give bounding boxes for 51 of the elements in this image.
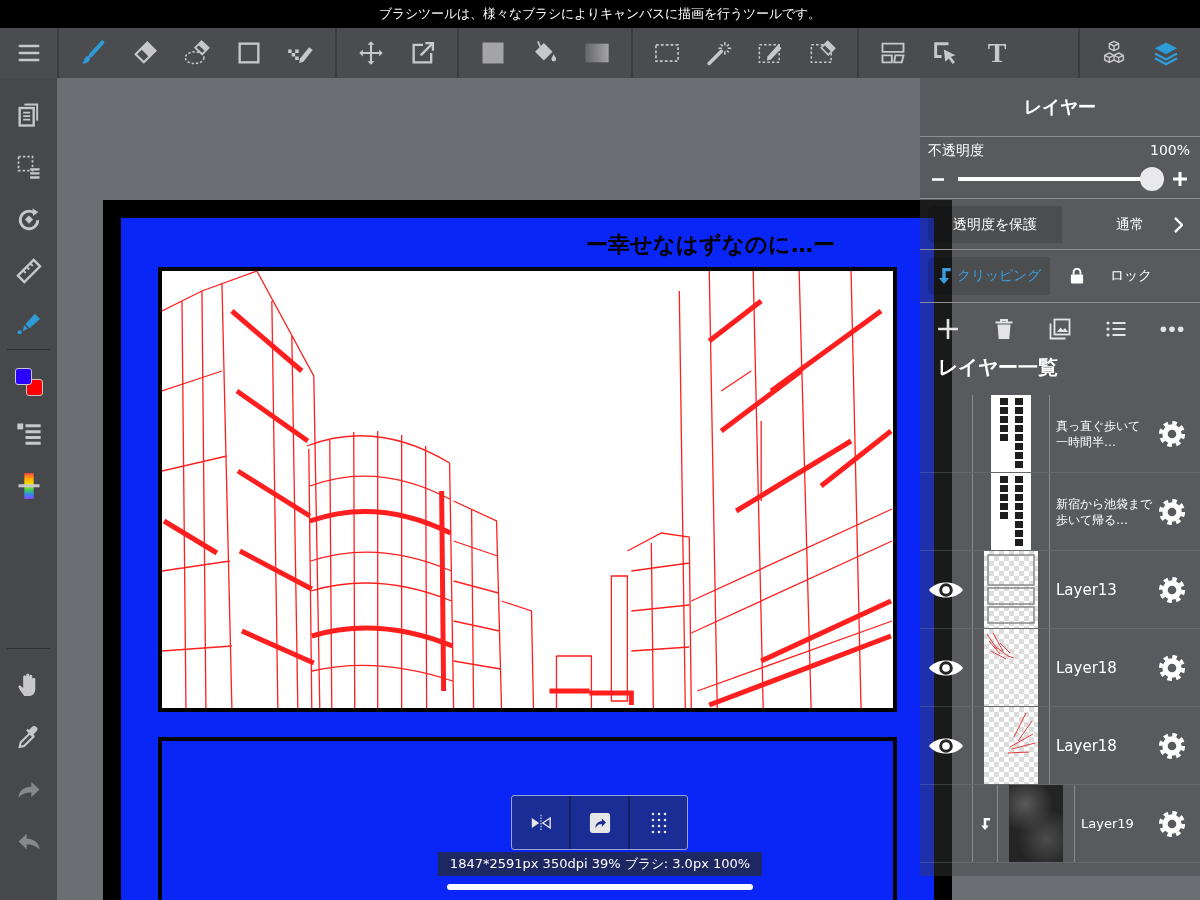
canvas-status-text: 1847*2591px 350dpi 39% ブラシ: 3.0px 100% bbox=[437, 852, 763, 876]
opacity-label: 不透明度 bbox=[928, 141, 984, 159]
layer-row[interactable]: 真っ直ぐ歩いて 一時間半… bbox=[920, 395, 1200, 473]
image-icon bbox=[1048, 317, 1072, 341]
brush-icon bbox=[79, 39, 107, 67]
lock-icon bbox=[1070, 268, 1084, 284]
layer-name: Layer18 bbox=[1056, 736, 1117, 755]
layer-name: Layer18 bbox=[1056, 658, 1117, 677]
gear-icon[interactable] bbox=[1158, 497, 1186, 526]
layer-name: 真っ直ぐ歩いて bbox=[1056, 417, 1140, 434]
layer-name: Layer13 bbox=[1056, 580, 1117, 599]
gear-icon[interactable] bbox=[1158, 731, 1186, 760]
blend-mode-button[interactable]: 通常 bbox=[1062, 206, 1192, 243]
tool-hint-text: ブラシツールは、様々なブラシによりキャンバスに描画を行うツールです。 bbox=[379, 5, 821, 23]
lock-label: ロック bbox=[1110, 267, 1152, 285]
opacity-value: 100% bbox=[1149, 141, 1190, 159]
lasso-eraser-icon bbox=[183, 39, 211, 67]
magic-wand-icon bbox=[705, 39, 733, 67]
lock-toggle[interactable]: ロック bbox=[1050, 257, 1192, 295]
gear-icon[interactable] bbox=[1158, 575, 1186, 604]
layer-row[interactable]: Layer19 bbox=[920, 785, 1200, 863]
snap-icon bbox=[588, 811, 611, 834]
clipping-arrow-icon bbox=[937, 268, 951, 284]
ruler-icon bbox=[14, 257, 43, 285]
layer-row[interactable]: Layer18 bbox=[920, 629, 1200, 707]
grid-dots-icon bbox=[650, 811, 667, 834]
layer-row[interactable]: Layer13 bbox=[920, 551, 1200, 629]
slider-thumb[interactable] bbox=[1140, 167, 1164, 191]
chevron-right-icon bbox=[1174, 216, 1183, 233]
layer-row[interactable]: Layer18 bbox=[920, 707, 1200, 785]
layer-name: 新宿から池袋まで bbox=[1056, 495, 1152, 512]
protect-alpha-toggle[interactable]: 透明度を保護 bbox=[928, 206, 1062, 243]
panel-title: レイヤー bbox=[1024, 95, 1096, 119]
layer-name: 歩いて帰る… bbox=[1056, 511, 1128, 528]
layer-list-title: レイヤー一覧 bbox=[937, 355, 1059, 379]
more-icon bbox=[1160, 325, 1184, 333]
gear-icon[interactable] bbox=[1158, 809, 1186, 838]
move-arrows-icon bbox=[357, 39, 385, 67]
gear-icon[interactable] bbox=[1158, 419, 1186, 448]
layer-name: 一時間半… bbox=[1056, 433, 1116, 450]
gear-icon[interactable] bbox=[1158, 653, 1186, 682]
plus-icon bbox=[937, 318, 959, 340]
layer-name: Layer19 bbox=[1081, 814, 1134, 833]
page-caption: ー幸せなはずなのに…ー bbox=[586, 231, 835, 258]
blend-mode-value: 通常 bbox=[1116, 215, 1144, 234]
clipping-label: クリッピング bbox=[957, 267, 1041, 285]
text-tool-button[interactable]: T bbox=[971, 28, 1023, 78]
list-icon bbox=[1104, 319, 1128, 339]
layer-row[interactable]: 新宿から池袋まで 歩いて帰る… bbox=[920, 473, 1200, 551]
plus-icon bbox=[1173, 172, 1187, 186]
minus-icon bbox=[932, 177, 944, 181]
